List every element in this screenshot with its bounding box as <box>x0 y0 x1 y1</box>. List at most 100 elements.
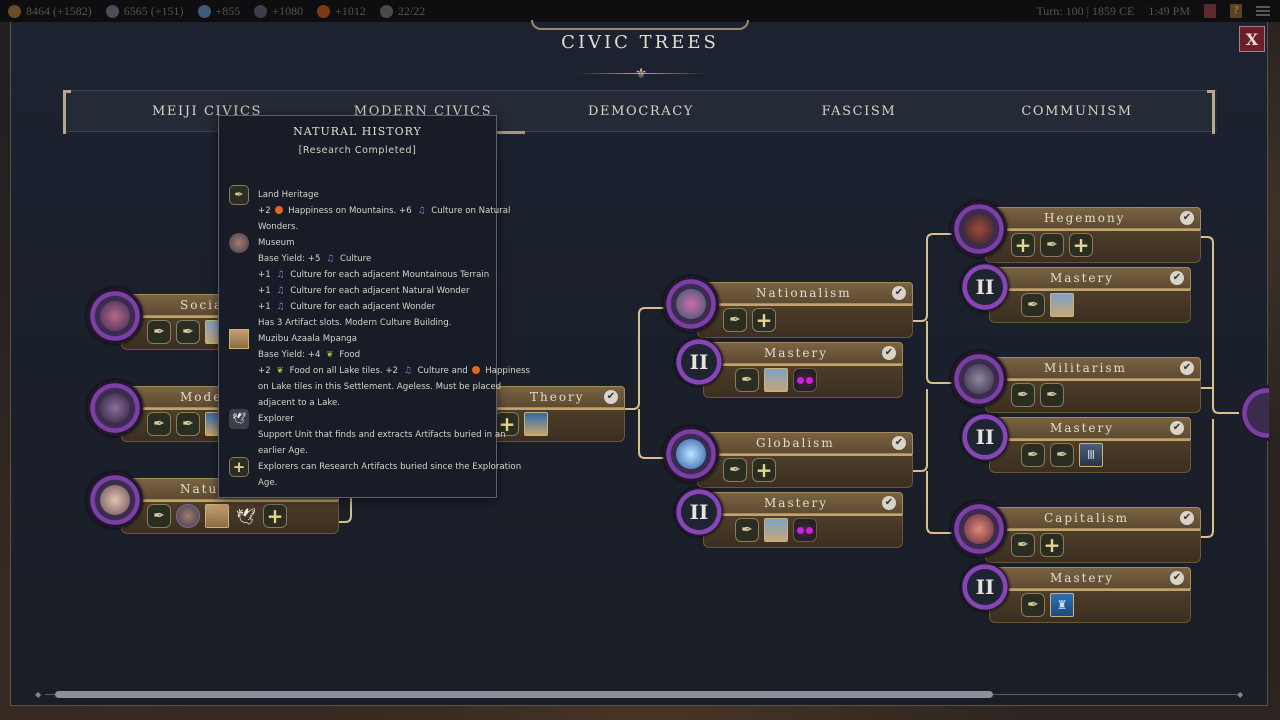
civic-node-nationalism[interactable]: Nationalism ✔ ✒ + <box>663 276 913 338</box>
tooltip-entry-line: Wonders. <box>258 222 299 232</box>
plus-ability-icon[interactable]: + <box>752 308 776 332</box>
tradition-quill-icon[interactable]: ✒ <box>1040 383 1064 407</box>
happiness-icon <box>472 366 481 374</box>
mastery-medallion: II <box>961 413 1009 461</box>
top-status-bar: 8464 (+1582) 6565 (+151) +855 +1080 +1012 22/… <box>0 0 1280 22</box>
tabs-right-cap <box>1207 90 1215 134</box>
museum-building-icon <box>229 233 249 253</box>
tooltip-entry-line: Explorers can Research Artifacts buried … <box>258 462 522 472</box>
museum-building-icon[interactable] <box>176 504 200 528</box>
connector-glob-capitalism <box>926 471 953 534</box>
civic-trees-window: CIVIC TREES ⚜ X MEIJI CIVICS MODERN CIVI… <box>10 20 1269 706</box>
tooltip-entry-line: Age. <box>258 478 278 488</box>
civic-node-militarism-mastery[interactable]: Mastery ✔ II ✒ ✒ Ⅲ <box>961 413 1191 473</box>
civic-node-hegemony[interactable]: Hegemony ✔ + ✒ + <box>951 201 1201 263</box>
tradition-quill-icon[interactable]: ✒ <box>1040 233 1064 257</box>
tradition-quill-icon[interactable]: ✒ <box>723 458 747 482</box>
tradition-quill-icon[interactable]: ✒ <box>147 320 171 344</box>
help-icon[interactable]: ? <box>1230 4 1242 18</box>
tradition-quill-icon[interactable]: ✒ <box>1021 593 1045 617</box>
tab-democracy[interactable]: DEMOCRACY <box>541 104 741 119</box>
happiness-face-icon <box>317 4 331 18</box>
wonder-icon[interactable] <box>524 412 548 436</box>
building-icon[interactable] <box>764 518 788 542</box>
gold-coin-icon <box>8 4 21 18</box>
civic-node-capitalism-mastery[interactable]: Mastery ✔ II ✒ ♜ <box>961 563 1191 623</box>
tradition-quill-icon[interactable]: ✒ <box>735 368 759 392</box>
resource-happiness-face[interactable]: +1012 <box>317 4 372 19</box>
resource-icon[interactable] <box>793 518 817 542</box>
connector-nat-hegemony <box>911 233 953 322</box>
tradition-quill-icon[interactable]: ✒ <box>735 518 759 542</box>
tradition-quill-icon[interactable]: ✒ <box>1021 443 1045 467</box>
notification-icon[interactable] <box>1204 4 1216 18</box>
close-button[interactable]: X <box>1239 26 1265 52</box>
tab-fascism[interactable]: FASCISM <box>759 104 959 119</box>
modernization-medallion <box>87 380 143 436</box>
completed-check-icon: ✔ <box>892 286 906 300</box>
plus-ability-icon[interactable]: + <box>1040 533 1064 557</box>
clock-label: 1:49 PM <box>1148 3 1190 18</box>
civic-node-globalism[interactable]: Globalism ✔ ✒ + <box>663 426 913 488</box>
resource-icon[interactable] <box>793 368 817 392</box>
tradition-quill-icon[interactable]: ✒ <box>1011 533 1035 557</box>
plus-ability-icon[interactable]: + <box>1069 233 1093 257</box>
plus-ability-icon[interactable]: + <box>752 458 776 482</box>
resource-value: 8464 (+1582) <box>26 3 92 18</box>
tooltip-entry-line: earlier Age. <box>258 446 308 456</box>
mastery-medallion: II <box>961 263 1009 311</box>
menu-icon[interactable] <box>1256 6 1270 16</box>
scrollbar-thumb[interactable] <box>55 691 993 698</box>
happiness-icon <box>275 206 284 214</box>
tooltip-entry-line: Base Yield: +5 ♫ Culture <box>258 254 372 264</box>
plus-ability-icon[interactable]: + <box>263 504 287 528</box>
mastery-medallion: II <box>675 488 723 536</box>
mastery-medallion: II <box>961 563 1009 611</box>
building-icon[interactable] <box>764 368 788 392</box>
tradition-quill-icon[interactable]: ✒ <box>1050 443 1074 467</box>
civic-node-globalism-mastery[interactable]: Mastery ✔ II ✒ <box>675 488 903 548</box>
resource-science-flask[interactable]: +855 <box>197 4 247 19</box>
tradition-quill-icon[interactable]: ✒ <box>1021 293 1045 317</box>
resource-settlements-city[interactable]: 22/22 <box>379 4 431 19</box>
tradition-quill-icon[interactable]: ✒ <box>176 412 200 436</box>
tooltip-entry-line: +2 ❦ Food on all Lake tiles. +2 ♫ Cultur… <box>258 366 530 376</box>
resource-value: +1080 <box>272 3 304 18</box>
plus-ability-icon[interactable]: + <box>1011 233 1035 257</box>
connector-right-capitalism <box>1199 419 1214 538</box>
scroll-left-arrow-icon[interactable]: ◆ <box>35 691 45 699</box>
civic-node-capitalism[interactable]: Capitalism ✔ ✒ + <box>951 501 1201 563</box>
tooltip-entry-line: +1 ♫ Culture for each adjacent Natural W… <box>258 286 470 296</box>
title-frame-ornament <box>531 20 749 30</box>
civic-node-nationalism-mastery[interactable]: Mastery ✔ II ✒ <box>675 338 903 398</box>
gate-building-icon[interactable]: Ⅲ <box>1079 443 1103 467</box>
culture-icon: ♫ <box>417 206 426 216</box>
building-icon[interactable] <box>1050 293 1074 317</box>
tabs-left-cap <box>63 90 71 134</box>
tradition-quill-icon[interactable]: ✒ <box>176 320 200 344</box>
tooltip-entry-line: +1 ♫ Culture for each adjacent Wonder <box>258 302 436 312</box>
tradition-quill-icon[interactable]: ✒ <box>1011 383 1035 407</box>
culture-icon: ♫ <box>276 286 285 296</box>
resource-gold-coin[interactable]: 8464 (+1582) <box>8 4 98 19</box>
explorer-unit-icon: 🕊 <box>229 409 249 429</box>
connector-glob-militarism <box>911 389 928 472</box>
tradition-quill-icon[interactable]: ✒ <box>147 412 171 436</box>
tradition-quill-icon[interactable]: ✒ <box>723 308 747 332</box>
resource-culture-note[interactable]: +1080 <box>254 4 309 19</box>
explorer-unit-icon[interactable]: 🕊 <box>234 504 258 528</box>
globalism-medallion <box>663 426 719 482</box>
tab-communism[interactable]: COMMUNISM <box>977 104 1177 119</box>
scroll-right-arrow-icon[interactable]: ◆ <box>1237 691 1247 699</box>
tradition-quill-icon[interactable]: ✒ <box>147 504 171 528</box>
statue-wonder-icon[interactable]: ♜ <box>1050 593 1074 617</box>
natural-history-medallion <box>87 472 143 528</box>
tooltip-entry-name: Explorer <box>258 414 294 424</box>
civic-node-offscreen[interactable] <box>1239 385 1269 441</box>
tooltip-entry-line: on Lake tiles in this Settlement. Ageles… <box>258 382 502 392</box>
civic-node-hegemony-mastery[interactable]: Mastery ✔ II ✒ <box>961 263 1191 323</box>
horizontal-scrollbar[interactable]: ◆ ◆ <box>35 690 1247 700</box>
wonder-tile-icon[interactable] <box>205 504 229 528</box>
civic-node-militarism[interactable]: Militarism ✔ ✒ ✒ <box>951 351 1201 413</box>
resource-influence-globe[interactable]: 6565 (+151) <box>105 4 190 19</box>
